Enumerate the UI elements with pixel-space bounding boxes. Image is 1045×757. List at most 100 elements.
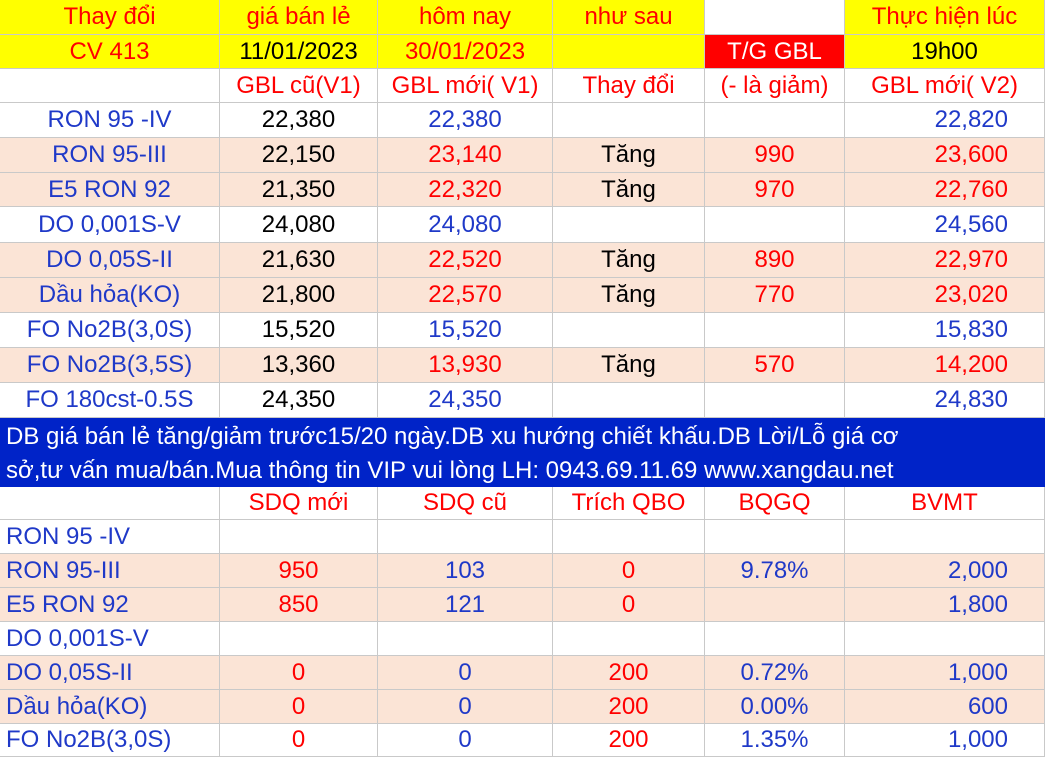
header-cell[interactable]: giá bán lẻ [220, 0, 378, 35]
new-price-cell[interactable]: 22,380 [378, 103, 553, 138]
fund-header-cell[interactable]: BVMT [845, 487, 1045, 520]
change-cell[interactable] [553, 313, 705, 348]
change-cell[interactable]: Tăng [553, 243, 705, 278]
header-cell[interactable]: CV 413 [0, 35, 220, 69]
sdq-old-cell[interactable]: 0 [378, 690, 553, 724]
change-cell[interactable]: Tăng [553, 173, 705, 207]
delta-cell[interactable]: 770 [705, 278, 845, 313]
fund-header-cell[interactable] [0, 487, 220, 520]
new-price-cell[interactable]: 22,320 [378, 173, 553, 207]
sdq-old-cell[interactable] [378, 622, 553, 656]
new-price-cell[interactable]: 15,520 [378, 313, 553, 348]
sdq-old-cell[interactable] [378, 520, 553, 554]
header-cell[interactable]: GBL mới( V1) [378, 69, 553, 103]
header-cell[interactable]: (- là giảm) [705, 69, 845, 103]
old-price-cell[interactable]: 22,380 [220, 103, 378, 138]
old-price-cell[interactable]: 21,350 [220, 173, 378, 207]
delta-cell[interactable]: 970 [705, 173, 845, 207]
bvmt-cell[interactable]: 2,000 [845, 554, 1045, 588]
fuel-name-cell[interactable]: Dầu hỏa(KO) [0, 278, 220, 313]
fuel-name-cell[interactable]: E5 RON 92 [0, 173, 220, 207]
fund-header-cell[interactable]: BQGQ [705, 487, 845, 520]
bqgq-cell[interactable]: 9.78% [705, 554, 845, 588]
sdq-old-cell[interactable]: 0 [378, 724, 553, 757]
header-cell[interactable]: 19h00 [845, 35, 1045, 69]
fund-header-cell[interactable]: SDQ cũ [378, 487, 553, 520]
fund-fuel-name-cell[interactable]: Dầu hỏa(KO) [0, 690, 220, 724]
v2-price-cell[interactable]: 24,830 [845, 383, 1045, 418]
fuel-name-cell[interactable]: RON 95 -IV [0, 103, 220, 138]
new-price-cell[interactable]: 22,520 [378, 243, 553, 278]
sdq-old-cell[interactable]: 0 [378, 656, 553, 690]
sdq-old-cell[interactable]: 121 [378, 588, 553, 622]
bqgq-cell[interactable] [705, 622, 845, 656]
old-price-cell[interactable]: 22,150 [220, 138, 378, 173]
header-cell[interactable]: như sau [553, 0, 705, 35]
sdq-new-cell[interactable]: 0 [220, 656, 378, 690]
header-cell[interactable]: Thay đổi [0, 0, 220, 35]
sdq-new-cell[interactable]: 950 [220, 554, 378, 588]
fuel-name-cell[interactable]: FO 180cst-0.5S [0, 383, 220, 418]
delta-cell[interactable]: 890 [705, 243, 845, 278]
sdq-new-cell[interactable]: 850 [220, 588, 378, 622]
change-cell[interactable]: Tăng [553, 138, 705, 173]
change-cell[interactable] [553, 383, 705, 418]
v2-price-cell[interactable]: 22,970 [845, 243, 1045, 278]
fund-fuel-name-cell[interactable]: RON 95 -IV [0, 520, 220, 554]
qbo-cell[interactable]: 200 [553, 690, 705, 724]
change-cell[interactable]: Tăng [553, 348, 705, 383]
new-price-cell[interactable]: 24,080 [378, 207, 553, 243]
qbo-cell[interactable] [553, 622, 705, 656]
bvmt-cell[interactable] [845, 622, 1045, 656]
bvmt-cell[interactable]: 1,000 [845, 656, 1045, 690]
qbo-cell[interactable]: 200 [553, 724, 705, 757]
fund-header-cell[interactable]: SDQ mới [220, 487, 378, 520]
qbo-cell[interactable]: 0 [553, 588, 705, 622]
header-cell[interactable] [553, 35, 705, 69]
bvmt-cell[interactable]: 600 [845, 690, 1045, 724]
bvmt-cell[interactable]: 1,000 [845, 724, 1045, 757]
v2-price-cell[interactable]: 24,560 [845, 207, 1045, 243]
v2-price-cell[interactable]: 23,020 [845, 278, 1045, 313]
sdq-new-cell[interactable]: 0 [220, 724, 378, 757]
bvmt-cell[interactable] [845, 520, 1045, 554]
new-price-cell[interactable]: 24,350 [378, 383, 553, 418]
delta-cell[interactable]: 990 [705, 138, 845, 173]
header-cell[interactable]: 11/01/2023 [220, 35, 378, 69]
fund-fuel-name-cell[interactable]: RON 95-III [0, 554, 220, 588]
old-price-cell[interactable]: 15,520 [220, 313, 378, 348]
new-price-cell[interactable]: 13,930 [378, 348, 553, 383]
bvmt-cell[interactable]: 1,800 [845, 588, 1045, 622]
fund-header-cell[interactable]: Trích QBO [553, 487, 705, 520]
header-cell[interactable]: GBL cũ(V1) [220, 69, 378, 103]
sdq-new-cell[interactable]: 0 [220, 690, 378, 724]
fuel-name-cell[interactable]: RON 95-III [0, 138, 220, 173]
bqgq-cell[interactable]: 1.35% [705, 724, 845, 757]
fuel-name-cell[interactable]: DO 0,05S-II [0, 243, 220, 278]
bqgq-cell[interactable]: 0.00% [705, 690, 845, 724]
info-banner[interactable]: DB giá bán lẻ tăng/giảm trước15/20 ngày.… [0, 418, 1045, 487]
delta-cell[interactable]: 570 [705, 348, 845, 383]
bqgq-cell[interactable] [705, 588, 845, 622]
old-price-cell[interactable]: 13,360 [220, 348, 378, 383]
header-cell[interactable]: Thực hiện lúc [845, 0, 1045, 35]
v2-price-cell[interactable]: 23,600 [845, 138, 1045, 173]
sdq-new-cell[interactable] [220, 622, 378, 656]
new-price-cell[interactable]: 23,140 [378, 138, 553, 173]
change-cell[interactable]: Tăng [553, 278, 705, 313]
v2-price-cell[interactable]: 22,760 [845, 173, 1045, 207]
v2-price-cell[interactable]: 15,830 [845, 313, 1045, 348]
qbo-cell[interactable]: 200 [553, 656, 705, 690]
bqgq-cell[interactable]: 0.72% [705, 656, 845, 690]
fund-fuel-name-cell[interactable]: FO No2B(3,0S) [0, 724, 220, 757]
old-price-cell[interactable]: 24,350 [220, 383, 378, 418]
qbo-cell[interactable] [553, 520, 705, 554]
v2-price-cell[interactable]: 22,820 [845, 103, 1045, 138]
sdq-new-cell[interactable] [220, 520, 378, 554]
header-cell[interactable] [0, 69, 220, 103]
delta-cell[interactable] [705, 103, 845, 138]
fund-fuel-name-cell[interactable]: DO 0,05S-II [0, 656, 220, 690]
new-price-cell[interactable]: 22,570 [378, 278, 553, 313]
delta-cell[interactable] [705, 207, 845, 243]
old-price-cell[interactable]: 24,080 [220, 207, 378, 243]
